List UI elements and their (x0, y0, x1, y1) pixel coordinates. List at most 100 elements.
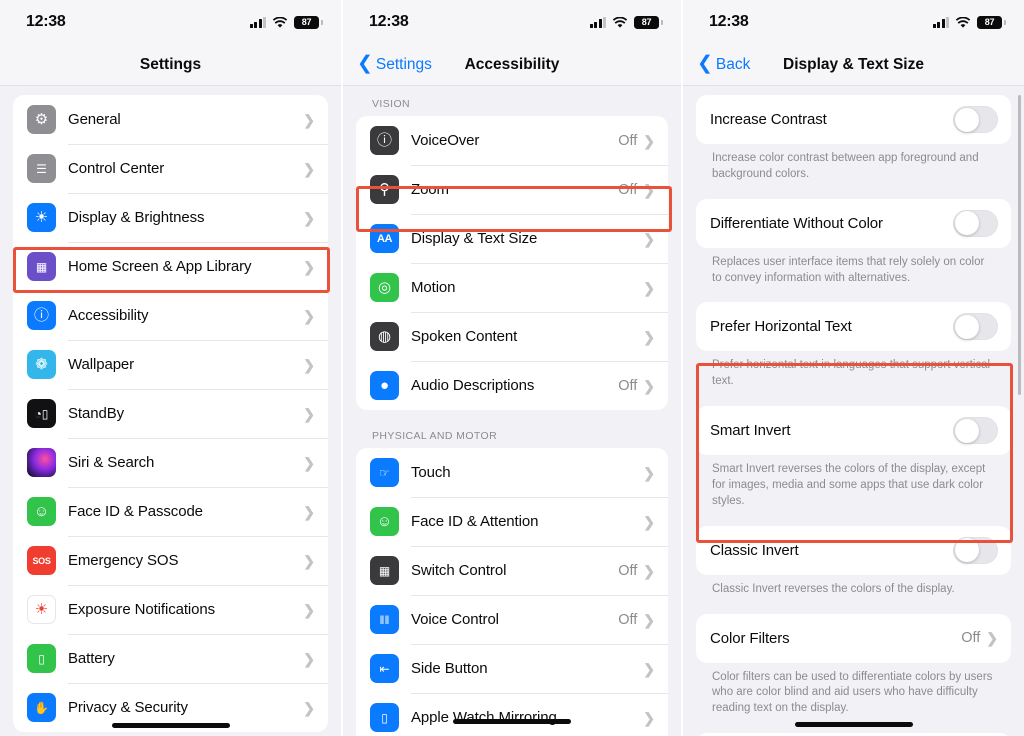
chevron-right-icon: ❯ (303, 699, 315, 716)
sidebar-item-control-center[interactable]: ☰ Control Center ❯ (13, 144, 328, 193)
wifi-icon (612, 16, 628, 28)
list-item-audio-descriptions[interactable]: ● Audio Descriptions Off ❯ (356, 361, 668, 410)
list-item-side-button[interactable]: ⇤ Side Button ❯ (356, 644, 668, 693)
list-item-touch[interactable]: ☞ Touch ❯ (356, 448, 668, 497)
home-indicator (794, 722, 913, 727)
accessibility-list[interactable]: VISION ⓘ VoiceOver Off ❯ ⚲ Zoom Off ❯ AA… (343, 86, 681, 736)
chevron-right-icon: ❯ (643, 279, 655, 296)
wifi-icon (272, 16, 288, 28)
setting-row-prefer-horizontal-text[interactable]: Prefer Horizontal Text (696, 302, 1011, 351)
classic-invert-toggle[interactable] (953, 536, 998, 564)
sidebar-item-home-screen[interactable]: ▦ Home Screen & App Library ❯ (13, 242, 328, 291)
cellular-signal-icon (932, 16, 949, 28)
vision-group: ⓘ VoiceOver Off ❯ ⚲ Zoom Off ❯ AA Displa… (356, 116, 668, 410)
chevron-right-icon: ❯ (303, 111, 315, 128)
exposure-notifications-icon: ☀ (27, 595, 56, 624)
smart-invert-toggle[interactable] (953, 417, 998, 445)
differentiate-without-color-toggle[interactable] (953, 209, 998, 237)
sidebar-item-display-brightness[interactable]: ☀ Display & Brightness ❯ (13, 193, 328, 242)
spoken-content-icon: ◍ (370, 322, 399, 351)
list-item-motion[interactable]: ◎ Motion ❯ (356, 263, 668, 312)
list-item-voiceover[interactable]: ⓘ VoiceOver Off ❯ (356, 116, 668, 165)
footnote-classic-invert: Classic Invert reverses the colors of th… (712, 582, 955, 595)
row-value: Off (618, 132, 638, 149)
chevron-right-icon: ❯ (643, 709, 655, 726)
chevron-right-icon: ❯ (303, 601, 315, 618)
setting-group-differentiate-without-color: Differentiate Without Color Replaces use… (696, 198, 1011, 287)
row-label: Home Screen & App Library (68, 258, 252, 275)
sidebar-item-exposure-notifications[interactable]: ☀ Exposure Notifications ❯ (13, 585, 328, 634)
list-item-voice-control[interactable]: ‖‖ Voice Control Off ❯ (356, 595, 668, 644)
cellular-signal-icon (249, 16, 266, 28)
footnote-smart-invert: Smart Invert reverses the colors of the … (712, 463, 986, 507)
setting-row-smart-invert[interactable]: Smart Invert (696, 406, 1011, 455)
status-clock: 12:38 (26, 13, 66, 30)
cellular-signal-icon (589, 16, 606, 28)
siri-icon (27, 448, 56, 477)
touch-icon: ☞ (370, 458, 399, 487)
list-item-zoom[interactable]: ⚲ Zoom Off ❯ (356, 165, 668, 214)
sidebar-item-face-id-passcode[interactable]: ☺ Face ID & Passcode ❯ (13, 487, 328, 536)
sidebar-item-siri-search[interactable]: Siri & Search ❯ (13, 438, 328, 487)
sidebar-item-standby[interactable]: ◔▯ StandBy ❯ (13, 389, 328, 438)
status-indicators: 87 (589, 15, 659, 29)
settings-list[interactable]: ⚙ General ❯ ☰ Control Center ❯ ☀ Display… (0, 86, 341, 736)
setting-group-smart-invert: Smart Invert Smart Invert reverses the c… (696, 406, 1011, 510)
sidebar-item-battery[interactable]: ▯ Battery ❯ (13, 634, 328, 683)
face-id-icon: ☺ (27, 497, 56, 526)
setting-group-classic-invert: Classic Invert Classic Invert reverses t… (696, 525, 1011, 598)
setting-group-color-filters: Color Filters Off ❯ Color filters can be… (696, 613, 1011, 718)
row-label: Zoom (411, 181, 449, 198)
chevron-right-icon: ❯ (643, 181, 655, 198)
row-label: Face ID & Passcode (68, 503, 203, 520)
setting-row-differentiate-without-color[interactable]: Differentiate Without Color (696, 199, 1011, 248)
phone-screen-display-text-size: 12:38 87 ❮ Back Display & Text Size Incr… (683, 0, 1024, 736)
sidebar-item-wallpaper[interactable]: ❁ Wallpaper ❯ (13, 340, 328, 389)
row-label: Prefer Horizontal Text (710, 318, 852, 336)
chevron-right-icon: ❯ (643, 562, 655, 579)
list-item-apple-watch-mirroring[interactable]: ▯ Apple Watch Mirroring ❯ (356, 693, 668, 736)
list-item-display-text-size[interactable]: AA Display & Text Size ❯ (356, 214, 668, 263)
row-value: Off (618, 562, 638, 579)
prefer-horizontal-text-card: Prefer Horizontal Text (696, 302, 1011, 352)
setting-row-color-filters[interactable]: Color Filters Off ❯ (696, 614, 1011, 663)
setting-row-increase-contrast[interactable]: Increase Contrast (696, 95, 1011, 144)
privacy-hand-icon: ✋ (27, 693, 56, 722)
row-label: Battery (68, 650, 115, 667)
chevron-right-icon: ❯ (303, 405, 315, 422)
section-header-physical-motor: PHYSICAL AND MOTOR (372, 430, 498, 442)
back-button[interactable]: ❮ Back (697, 54, 751, 74)
sidebar-item-emergency-sos[interactable]: SOS Emergency SOS ❯ (13, 536, 328, 585)
increase-contrast-toggle[interactable] (953, 106, 998, 133)
battery-icon: 87 (294, 15, 319, 29)
chevron-right-icon: ❯ (643, 230, 655, 247)
prefer-horizontal-text-toggle[interactable] (953, 313, 998, 341)
smart-invert-card: Smart Invert (696, 406, 1011, 456)
brightness-icon: ☀ (27, 203, 56, 232)
list-item-face-id-attention[interactable]: ☺ Face ID & Attention ❯ (356, 497, 668, 546)
sidebar-item-accessibility[interactable]: ⓘ Accessibility ❯ (13, 291, 328, 340)
row-label: Voice Control (411, 611, 499, 628)
row-label: Wallpaper (68, 356, 135, 373)
list-item-spoken-content[interactable]: ◍ Spoken Content ❯ (356, 312, 668, 361)
chevron-right-icon: ❯ (303, 307, 315, 324)
chevron-right-icon: ❯ (643, 377, 655, 394)
row-label: Privacy & Security (68, 699, 188, 716)
sidebar-item-general[interactable]: ⚙ General ❯ (13, 95, 328, 144)
row-label: Increase Contrast (710, 111, 827, 128)
row-label: General (68, 111, 121, 128)
setting-row-classic-invert[interactable]: Classic Invert (696, 526, 1011, 575)
vertical-scrollbar[interactable] (1018, 95, 1021, 395)
voiceover-icon: ⓘ (370, 126, 399, 155)
row-label: Exposure Notifications (68, 601, 216, 618)
phone-screen-settings: 12:38 87 Settings ⚙ General ❯ ☰ Control … (0, 0, 341, 736)
status-clock: 12:38 (709, 13, 749, 30)
nav-bar-panel1: Settings (0, 44, 341, 86)
status-bar-panel2: 12:38 87 (343, 0, 681, 44)
back-button-label: Back (715, 55, 751, 73)
display-text-size-list[interactable]: Increase Contrast Increase color contras… (683, 86, 1024, 736)
chevron-right-icon: ❯ (643, 660, 655, 677)
back-button-settings[interactable]: ❮ Settings (357, 54, 432, 74)
list-item-switch-control[interactable]: ▦ Switch Control Off ❯ (356, 546, 668, 595)
status-clock: 12:38 (369, 13, 409, 30)
